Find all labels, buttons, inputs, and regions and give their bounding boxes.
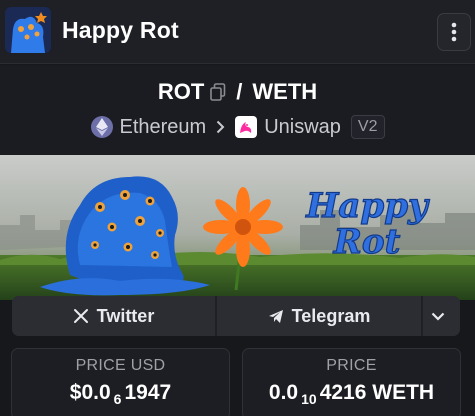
price-native-label: PRICE: [326, 357, 377, 374]
price-native-digits: 4216 WETH: [319, 381, 435, 404]
price-usd-zero-count: 6: [113, 391, 122, 407]
token-banner-image: Happy Rot: [0, 155, 475, 300]
banner-title-line2: Rot: [333, 222, 401, 262]
dex-link[interactable]: Uniswap: [264, 116, 341, 139]
price-usd-card: PRICE USD $0.0 6 1947: [11, 348, 230, 416]
more-socials-button[interactable]: [423, 296, 460, 336]
ethereum-icon: [90, 116, 113, 138]
price-usd-prefix: $0.0: [69, 381, 111, 404]
happy-rot-logo-icon: [5, 7, 51, 53]
price-native-value: 0.0 10 4216 WETH: [243, 381, 460, 407]
price-usd-digits: 1947: [124, 381, 172, 404]
twitter-label: Twitter: [96, 305, 155, 326]
chain-breadcrumb: Ethereum Uniswap V2: [0, 113, 475, 141]
copy-icon[interactable]: [210, 83, 226, 101]
price-native-prefix: 0.0: [268, 381, 299, 404]
social-links-bar: Twitter Telegram: [12, 296, 460, 336]
top-header: Happy Rot: [0, 0, 475, 64]
token-name-title: Happy Rot: [62, 17, 179, 43]
pair-separator: /: [236, 79, 243, 104]
telegram-button[interactable]: Telegram: [217, 296, 423, 336]
telegram-label: Telegram: [291, 305, 371, 326]
quote-token-symbol: WETH: [252, 79, 318, 104]
price-native-zero-count: 10: [301, 391, 317, 407]
chain-link[interactable]: Ethereum: [120, 116, 207, 139]
twitter-button[interactable]: Twitter: [12, 296, 217, 336]
price-native-card: PRICE 0.0 10 4216 WETH: [242, 348, 461, 416]
pair-info: ROT / WETH Ethereum Uniswap V2: [0, 65, 475, 155]
price-usd-value: $0.0 6 1947: [12, 381, 229, 407]
chevron-right-icon: [216, 120, 225, 134]
chevron-down-icon: [431, 312, 444, 321]
pair-title: ROT / WETH: [0, 78, 475, 106]
price-usd-label: PRICE USD: [75, 357, 166, 374]
uniswap-icon: [235, 116, 258, 138]
dex-version-badge: V2: [350, 115, 385, 139]
telegram-icon: [268, 309, 283, 323]
banner-title-line1: Happy: [305, 186, 430, 226]
x-twitter-icon: [73, 309, 88, 323]
vertical-dots-icon: [451, 22, 457, 42]
more-options-button[interactable]: [437, 13, 471, 51]
base-token-symbol: ROT: [157, 79, 205, 104]
